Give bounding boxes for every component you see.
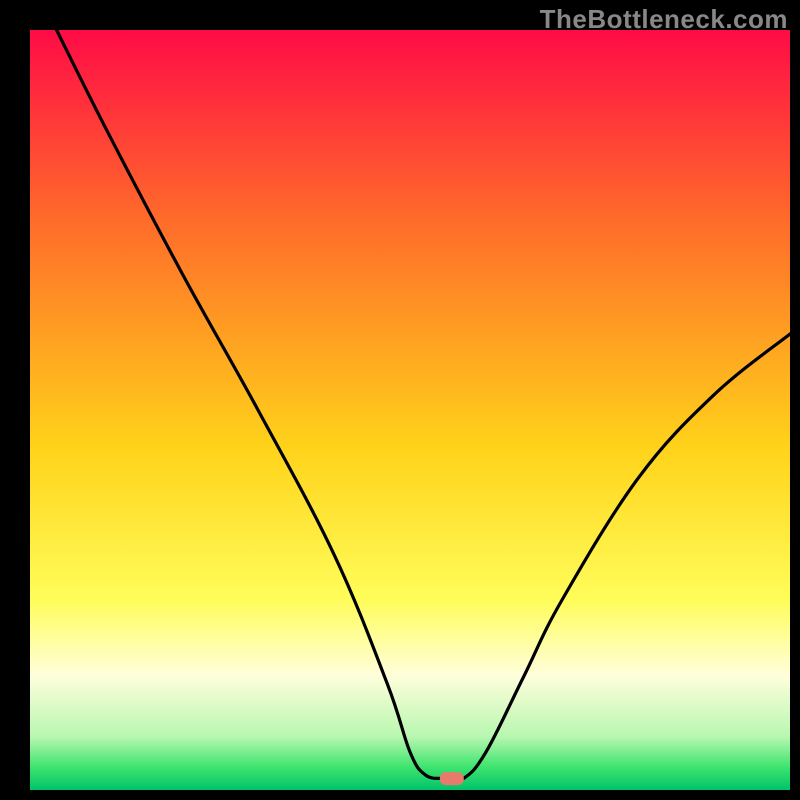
chart-frame: { "watermark": "TheBottleneck.com", "cha… xyxy=(0,0,800,800)
bottleneck-chart xyxy=(0,0,800,800)
optimal-marker xyxy=(440,772,464,785)
gradient-background xyxy=(30,30,790,790)
watermark-label: TheBottleneck.com xyxy=(540,4,788,35)
